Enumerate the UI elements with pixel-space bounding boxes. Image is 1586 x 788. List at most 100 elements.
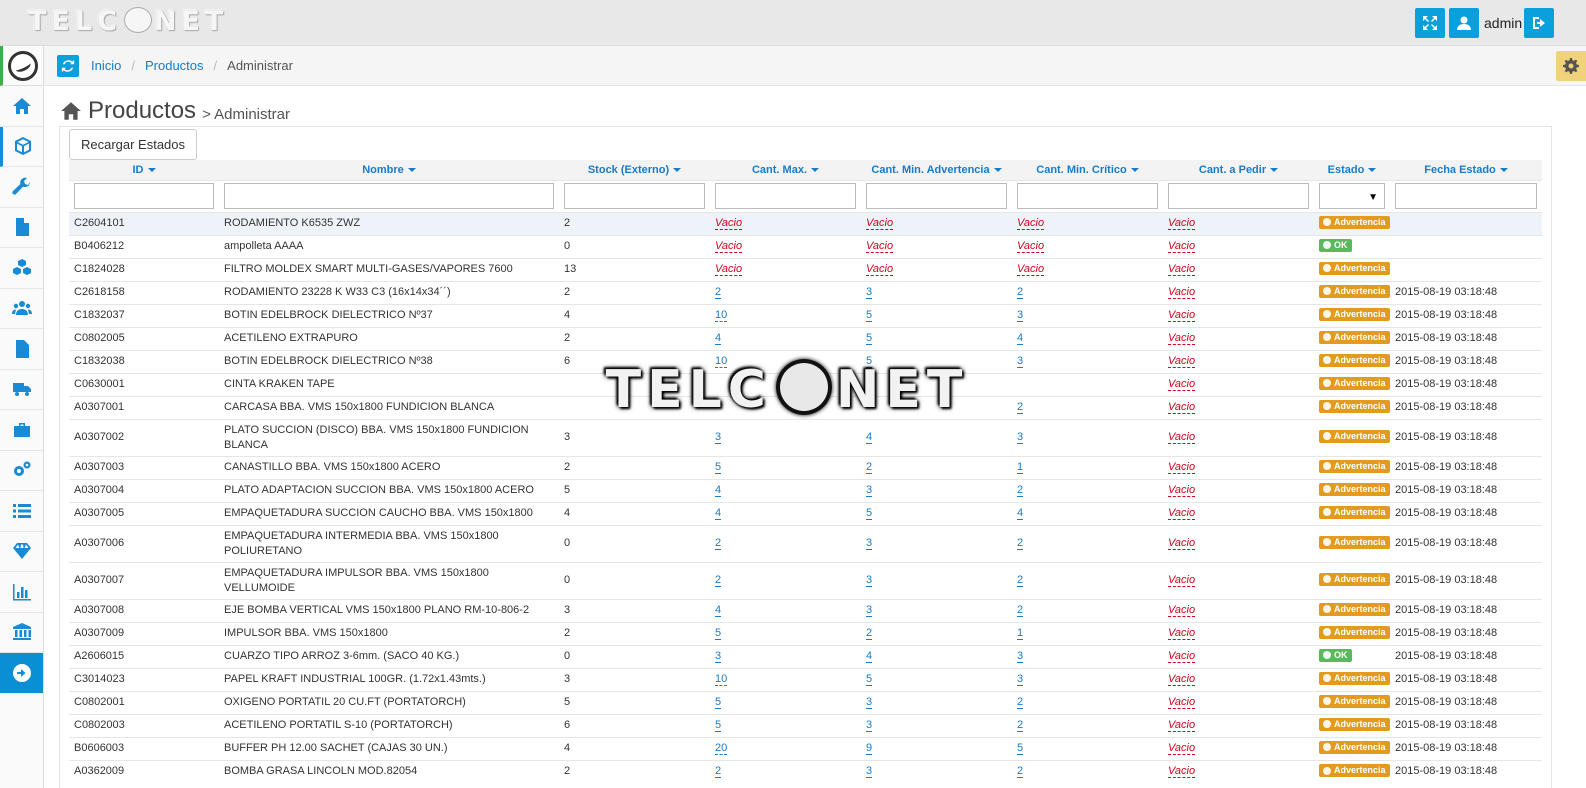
table-row[interactable]: A0307007 EMPAQUETADURA IMPULSOR BBA. VMS … (69, 561, 1542, 599)
editable-value-pedir[interactable]: Vacio (1168, 378, 1196, 391)
column-header[interactable]: Stock (Externo) (559, 160, 710, 180)
editable-value-max[interactable]: 4 (715, 507, 722, 520)
table-row[interactable]: A0307008 EJE BOMBA VERTICAL VMS 150x1800 … (69, 598, 1542, 622)
editable-value-crit[interactable]: 2 (1017, 765, 1024, 779)
editable-value-max[interactable]: 20 (715, 742, 728, 755)
editable-value-pedir[interactable]: Vacio (1168, 217, 1196, 230)
editable-value-adv[interactable]: 3 (866, 696, 873, 709)
editable-value-pedir[interactable]: Vacio (1168, 696, 1196, 709)
editable-value-crit[interactable]: 3 (1017, 431, 1024, 444)
editable-value-max[interactable]: Vacio (715, 217, 743, 230)
sidebar-item-statistics[interactable] (0, 572, 43, 613)
editable-value-crit[interactable]: 2 (1017, 604, 1024, 617)
table-row[interactable]: A0362009 BOMBA GRASA LINCOLN MOD.82054 2 2 3… (69, 759, 1542, 783)
editable-value-crit[interactable]: Vacio (1017, 240, 1045, 253)
sidebar-item-expand[interactable] (0, 653, 43, 694)
column-header[interactable]: ID (69, 160, 219, 180)
editable-value-crit[interactable]: 2 (1017, 401, 1024, 414)
editable-value-max[interactable]: 2 (715, 537, 722, 550)
table-row[interactable]: C0802003 ACETILENO PORTATIL S-10 (PORTATO… (69, 713, 1542, 737)
column-header[interactable]: Estado (1314, 160, 1390, 180)
editable-value-pedir[interactable]: Vacio (1168, 332, 1196, 345)
column-header[interactable]: Nombre (219, 160, 559, 180)
table-row[interactable]: C0630001 CINTA KRAKEN TAPE Vacio Advertenci… (69, 372, 1542, 396)
column-header[interactable]: Cant. Max. (710, 160, 861, 180)
editable-value-adv[interactable]: 3 (866, 537, 873, 550)
table-row[interactable]: A0307005 EMPAQUETADURA SUCCION CAUCHO BBA… (69, 501, 1542, 525)
editable-value-pedir[interactable]: Vacio (1168, 355, 1196, 368)
table-row[interactable]: B0606003 BUFFER PH 12.00 SACHET (CAJAS 30… (69, 736, 1542, 760)
editable-value-crit[interactable]: 3 (1017, 673, 1024, 686)
filter-min-critico-input[interactable] (1017, 183, 1158, 209)
editable-value-pedir[interactable]: Vacio (1168, 604, 1196, 617)
editable-value-adv[interactable]: 5 (866, 673, 873, 686)
editable-value-pedir[interactable]: Vacio (1168, 240, 1196, 253)
filter-nombre-input[interactable] (224, 183, 554, 209)
filter-fecha-input[interactable] (1395, 183, 1537, 209)
reload-states-button[interactable]: Recargar Estados (69, 129, 197, 160)
editable-value-crit[interactable]: 2 (1017, 484, 1024, 497)
column-header[interactable]: Cant. a Pedir (1163, 160, 1314, 180)
editable-value-crit[interactable]: Vacio (1017, 263, 1045, 276)
editable-value-max[interactable]: 4 (715, 332, 722, 345)
editable-value-pedir[interactable]: Vacio (1168, 431, 1196, 444)
sidebar-item-tools[interactable] (0, 167, 43, 208)
editable-value-adv[interactable]: 9 (866, 742, 873, 755)
editable-value-pedir[interactable]: Vacio (1168, 650, 1196, 663)
editable-value-adv[interactable]: 3 (866, 719, 873, 732)
editable-value-adv[interactable]: 2 (866, 461, 873, 474)
editable-value-max[interactable]: 5 (715, 461, 722, 474)
editable-value-crit[interactable]: 2 (1017, 719, 1024, 732)
editable-value-crit[interactable]: 3 (1017, 650, 1024, 663)
filter-id-input[interactable] (74, 183, 214, 209)
column-header[interactable]: Cant. Min. Crítico (1012, 160, 1163, 180)
editable-value-crit[interactable]: 5 (1017, 742, 1024, 755)
editable-value-max[interactable]: 4 (715, 484, 722, 497)
breadcrumb-inicio[interactable]: Inicio (91, 58, 121, 73)
filter-max-input[interactable] (715, 183, 856, 209)
table-row[interactable]: A0307004 PLATO ADAPTACION SUCCION BBA. VM… (69, 478, 1542, 502)
editable-value-adv[interactable]: 3 (866, 765, 873, 779)
username-label[interactable]: admin (1484, 15, 1522, 31)
editable-value-adv[interactable]: Vacio (866, 217, 894, 230)
filter-pedir-input[interactable] (1168, 183, 1309, 209)
editable-value-crit[interactable]: 2 (1017, 286, 1024, 299)
filter-min-advertencia-input[interactable] (866, 183, 1007, 209)
editable-value-adv[interactable]: 3 (866, 574, 873, 587)
table-row[interactable]: C1832037 BOTIN EDELBROCK DIELECTRICO Nº37… (69, 303, 1542, 327)
editable-value-crit[interactable]: 1 (1017, 461, 1024, 474)
editable-value-max[interactable]: 2 (715, 765, 722, 779)
editable-value-adv[interactable]: 5 (866, 309, 873, 322)
editable-value-pedir[interactable]: Vacio (1168, 309, 1196, 322)
table-row[interactable]: C2604101 RODAMIENTO K6535 ZWZ 2 Vacio Vacio V… (69, 211, 1542, 235)
editable-value-crit[interactable]: 3 (1017, 355, 1024, 368)
editable-value-max[interactable]: 5 (715, 719, 722, 732)
sidebar-item-lists[interactable] (0, 491, 43, 532)
editable-value-crit[interactable]: 1 (1017, 627, 1024, 640)
editable-value-adv[interactable]: 2 (866, 627, 873, 640)
editable-value-pedir[interactable]: Vacio (1168, 286, 1196, 299)
editable-value-adv[interactable]: 3 (866, 286, 873, 299)
editable-value-adv[interactable]: 5 (866, 332, 873, 345)
editable-value-max[interactable]: 2 (715, 574, 722, 587)
editable-value-crit[interactable]: 3 (1017, 309, 1024, 322)
sidebar-item-finance[interactable] (0, 613, 43, 653)
settings-toggle-button[interactable] (1556, 51, 1586, 81)
sidebar-item-settings[interactable] (0, 451, 43, 491)
table-row[interactable]: B0406212 ampolleta AAAA 0 Vacio Vacio Vacio Va… (69, 234, 1542, 258)
sidebar-item-assets[interactable] (0, 532, 43, 572)
editable-value-adv[interactable]: 3 (866, 604, 873, 617)
editable-value-crit[interactable]: 2 (1017, 696, 1024, 709)
table-row[interactable]: A0307006 EMPAQUETADURA INTERMEDIA BBA. VM… (69, 524, 1542, 562)
logout-button[interactable] (1524, 8, 1554, 38)
editable-value-crit[interactable]: 4 (1017, 332, 1024, 345)
telconet-logo[interactable]: TELC NET (28, 5, 228, 37)
editable-value-adv[interactable]: Vacio (866, 263, 894, 276)
editable-value-pedir[interactable]: Vacio (1168, 765, 1196, 779)
table-row[interactable]: A0307001 CARCASA BBA. VMS 150x1800 FUNDIC… (69, 395, 1542, 419)
editable-value-pedir[interactable]: Vacio (1168, 263, 1196, 276)
sidebar-item-services[interactable] (0, 410, 43, 451)
refresh-button[interactable] (57, 55, 79, 77)
editable-value-pedir[interactable]: Vacio (1168, 673, 1196, 686)
editable-value-pedir[interactable]: Vacio (1168, 537, 1196, 550)
